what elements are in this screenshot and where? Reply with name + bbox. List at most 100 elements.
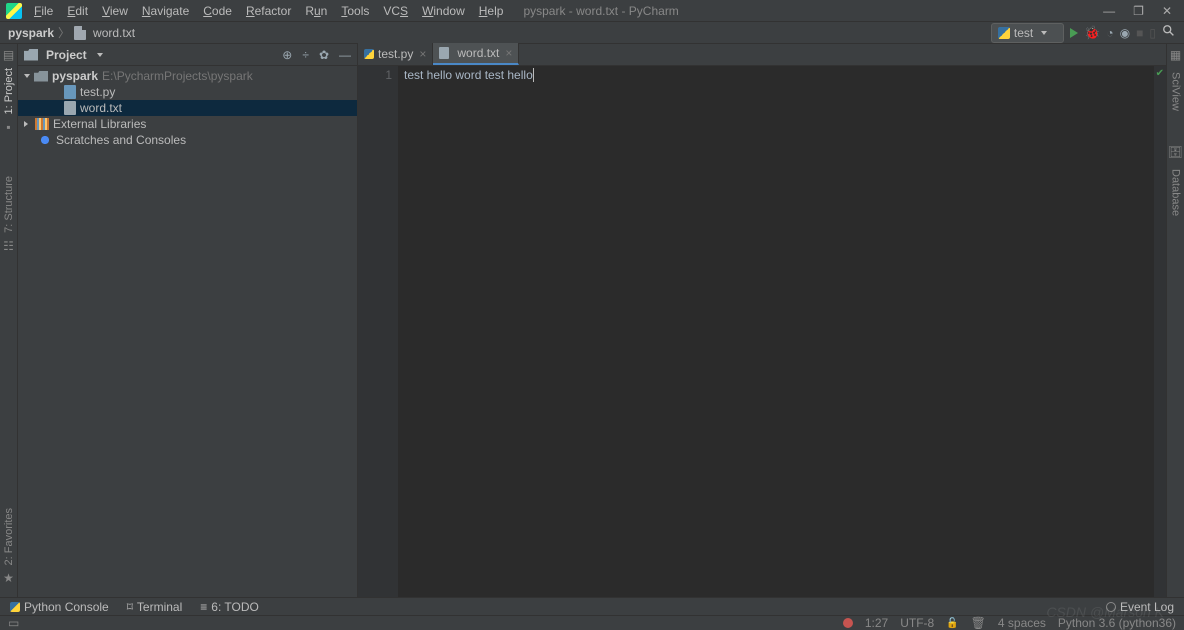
project-header: Project ⊕ ÷ ✿ — <box>18 44 357 66</box>
analysis-ok-icon[interactable]: ✔ <box>1156 68 1164 79</box>
menu-file[interactable]: File <box>28 2 59 20</box>
search-everywhere-button[interactable] <box>1162 24 1176 41</box>
tree-external-libraries[interactable]: External Libraries <box>18 116 357 132</box>
nav-bar: pyspark 〉 word.txt test 🐞 ◔ ◉ ■ ▯ <box>0 22 1184 44</box>
star-icon[interactable]: ★ <box>2 571 16 585</box>
debug-button[interactable]: 🐞 <box>1084 25 1100 41</box>
text-file-icon <box>64 101 76 115</box>
menu-vcs[interactable]: VCS <box>377 2 414 20</box>
python-console-label: Python Console <box>24 600 109 614</box>
editor-content[interactable]: test hello word test hello <box>398 66 1166 597</box>
text-file-icon <box>439 47 449 59</box>
run-config-selector[interactable]: test <box>991 23 1064 43</box>
grid-icon[interactable]: ▦ <box>1169 48 1183 62</box>
favorites-tool-tab[interactable]: 2: Favorites <box>3 508 15 565</box>
project-path: E:\PycharmProjects\pyspark <box>102 69 253 83</box>
right-gutter: ▦ SciView 🗄 Database <box>1166 44 1184 597</box>
coverage-button[interactable]: ◔ <box>1106 26 1113 40</box>
run-button[interactable] <box>1070 28 1078 38</box>
title-bar: File Edit View Navigate Code Refactor Ru… <box>0 0 1184 22</box>
todo-label: 6: TODO <box>211 600 259 614</box>
project-header-title[interactable]: Project <box>46 48 87 62</box>
menu-window[interactable]: Window <box>416 2 471 20</box>
breadcrumb-sep: 〉 <box>58 24 70 41</box>
profile-button[interactable]: ◉ <box>1120 26 1130 40</box>
menu-run[interactable]: Run <box>299 2 333 20</box>
window-title: pyspark - word.txt - PyCharm <box>523 4 678 18</box>
text-file-icon <box>74 26 86 40</box>
menu-view[interactable]: View <box>96 2 134 20</box>
editor-area: test.py × word.txt × 1 test hello word t… <box>358 44 1166 597</box>
interpreter-status[interactable]: Python 3.6 (python36) <box>1058 616 1176 630</box>
close-tab-icon[interactable]: × <box>419 47 426 61</box>
divider: ▯ <box>1149 26 1156 40</box>
structure-icon[interactable]: ☷ <box>2 239 16 253</box>
expand-arrow-icon[interactable] <box>24 74 30 78</box>
collapse-icon[interactable]: ÷ <box>302 48 309 62</box>
app-icon <box>6 3 22 19</box>
settings-icon[interactable]: ✿ <box>319 48 329 62</box>
memory-icon[interactable]: 🗑 <box>971 616 986 630</box>
project-name: pyspark <box>52 69 98 83</box>
structure-tool-tab[interactable]: 7: Structure <box>3 176 15 233</box>
maximize-button[interactable]: ❐ <box>1133 4 1144 18</box>
breadcrumb-project[interactable]: pyspark <box>8 26 54 40</box>
tree-project-root[interactable]: pyspark E:\PycharmProjects\pyspark <box>18 68 357 84</box>
scratch-label: Scratches and Consoles <box>56 133 186 147</box>
run-config-name: test <box>1014 26 1033 40</box>
python-icon <box>364 49 374 59</box>
database-icon[interactable]: 🗄 <box>1169 145 1183 159</box>
readonly-lock-icon[interactable]: 🔓 <box>946 618 958 629</box>
status-message-icon[interactable]: ▭ <box>8 616 19 630</box>
file-label: word.txt <box>80 101 122 115</box>
indent-status[interactable]: 4 spaces <box>998 616 1046 630</box>
project-tool-icon[interactable]: ▤ <box>2 48 16 62</box>
project-tree: pyspark E:\PycharmProjects\pyspark test.… <box>18 66 357 597</box>
python-console-tab[interactable]: Python Console <box>10 600 109 614</box>
database-tool-tab[interactable]: Database <box>1170 169 1182 216</box>
tab-wordtxt[interactable]: word.txt × <box>433 43 519 65</box>
breadcrumb-file[interactable]: word.txt <box>93 26 135 40</box>
project-tool-tab[interactable]: 1: Project <box>3 68 15 114</box>
editor-tabs: test.py × word.txt × <box>358 44 1166 66</box>
python-file-icon <box>64 85 76 99</box>
text-line: test hello word test hello <box>404 68 533 82</box>
main-area: ▤ 1: Project ▪ 7: Structure ☷ 2: Favorit… <box>0 44 1184 597</box>
sciview-tool-tab[interactable]: SciView <box>1170 72 1182 111</box>
close-button[interactable]: ✕ <box>1162 4 1172 18</box>
menu-code[interactable]: Code <box>197 2 238 20</box>
tab-testpy[interactable]: test.py × <box>358 43 433 65</box>
terminal-tab[interactable]: ⌑ Terminal <box>127 600 183 614</box>
caret-position[interactable]: 1:27 <box>865 616 888 630</box>
stop-button[interactable]: ■ <box>1136 26 1143 40</box>
hide-icon[interactable]: — <box>339 48 351 62</box>
line-numbers: 1 <box>358 66 398 597</box>
ide-error-icon[interactable] <box>843 618 853 628</box>
editor-marks-gutter: ✔ <box>1154 66 1166 597</box>
minimize-button[interactable]: — <box>1103 4 1115 18</box>
menu-navigate[interactable]: Navigate <box>136 2 195 20</box>
event-log-tab[interactable]: Event Log <box>1106 600 1174 614</box>
tree-file-wordtxt[interactable]: word.txt <box>18 100 357 116</box>
event-log-icon <box>1106 602 1116 612</box>
file-encoding[interactable]: UTF-8 <box>900 616 934 630</box>
menu-tools[interactable]: Tools <box>335 2 375 20</box>
close-tab-icon[interactable]: × <box>505 46 512 60</box>
terminal-label: Terminal <box>137 600 182 614</box>
chevron-down-icon[interactable] <box>97 53 103 57</box>
menu-refactor[interactable]: Refactor <box>240 2 297 20</box>
tree-file-testpy[interactable]: test.py <box>18 84 357 100</box>
terminal-icon: ⌑ <box>127 600 133 614</box>
locate-icon[interactable]: ⊕ <box>282 48 292 62</box>
menu-help[interactable]: Help <box>473 2 510 20</box>
project-sidebar: Project ⊕ ÷ ✿ — pyspark E:\PycharmProjec… <box>18 44 358 597</box>
expand-arrow-icon[interactable] <box>24 121 31 127</box>
menu-edit[interactable]: Edit <box>61 2 94 20</box>
folder-icon <box>34 71 48 82</box>
todo-icon: ≡ <box>200 600 207 614</box>
editor[interactable]: 1 test hello word test hello ✔ <box>358 66 1166 597</box>
folder-icon[interactable]: ▪ <box>2 120 16 134</box>
tree-scratches[interactable]: Scratches and Consoles <box>18 132 357 148</box>
chevron-down-icon <box>1041 31 1047 35</box>
todo-tab[interactable]: ≡ 6: TODO <box>200 600 259 614</box>
